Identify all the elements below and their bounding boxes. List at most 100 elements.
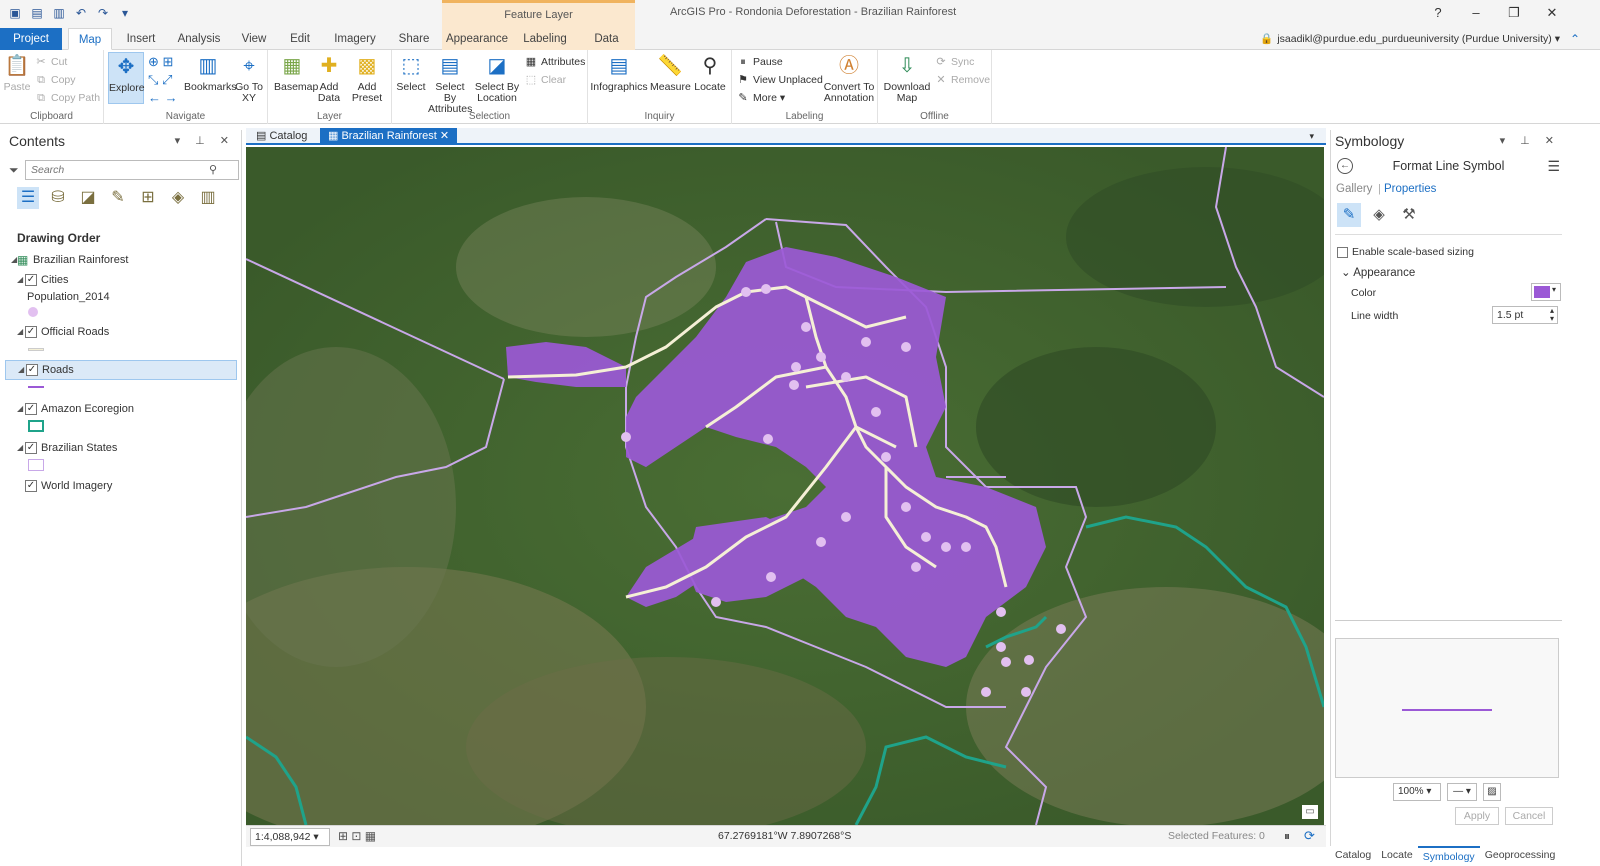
tab-map[interactable]: Map: [68, 28, 112, 50]
pause-drawing-icon[interactable]: ⏸: [1284, 829, 1290, 844]
tab-view[interactable]: View: [234, 28, 274, 50]
tab-data[interactable]: Data: [578, 28, 635, 50]
fixed-zoom-icon[interactable]: ⤡ ⤢: [148, 72, 172, 88]
apply-button[interactable]: Apply: [1455, 807, 1499, 825]
map-view[interactable]: ▭: [246, 147, 1324, 825]
tab-gallery[interactable]: Gallery: [1336, 183, 1372, 195]
download-map-button[interactable]: ⇩ Download Map: [882, 52, 932, 104]
splitter[interactable]: [1335, 620, 1562, 621]
select-by-attributes-button[interactable]: ▤ Select By Attributes: [428, 52, 472, 115]
measure-button[interactable]: 📏 Measure: [650, 52, 691, 93]
map-canvas[interactable]: [246, 147, 1324, 825]
explore-button[interactable]: ✥ Explore: [108, 52, 145, 104]
preview-background-select[interactable]: — ▾: [1447, 783, 1477, 801]
tab-appearance[interactable]: Appearance: [442, 28, 512, 50]
data-source-icon[interactable]: ⛁: [47, 187, 69, 209]
open-project-icon[interactable]: ▤: [30, 6, 44, 20]
notification-icon[interactable]: ⌃: [1570, 32, 1580, 46]
map-tips-icon[interactable]: ▭: [1302, 805, 1318, 819]
help-button[interactable]: ?: [1420, 2, 1456, 24]
drawing-order-icon[interactable]: ☰: [17, 187, 39, 209]
restore-button[interactable]: ❐: [1496, 2, 1532, 24]
user-account[interactable]: 🔒 jsaadikl@purdue.edu_purdueuniversity (P…: [1260, 32, 1560, 45]
collapse-icon[interactable]: ◢: [17, 271, 23, 289]
infographics-button[interactable]: ▤ Infographics: [590, 52, 648, 93]
tab-symbology-pane[interactable]: Symbology: [1417, 846, 1480, 866]
locate-button[interactable]: ⚲ Locate: [692, 52, 728, 93]
collapse-icon[interactable]: ◢: [17, 439, 23, 457]
minimize-button[interactable]: –: [1458, 2, 1494, 24]
preview-background-icon[interactable]: ▨: [1483, 783, 1501, 801]
scale-sizing-checkbox[interactable]: [1337, 246, 1348, 258]
collapse-icon[interactable]: ◢: [17, 323, 23, 341]
goto-xy-button[interactable]: ⌖ Go To XY: [234, 52, 264, 104]
states-symbol[interactable]: [28, 459, 44, 471]
editing-icon[interactable]: ✎: [107, 187, 129, 209]
tab-edit[interactable]: Edit: [282, 28, 318, 50]
collapse-icon[interactable]: ◢: [17, 400, 23, 418]
scale-selector[interactable]: 1:4,088,942 ▾: [250, 828, 330, 846]
convert-annotation-button[interactable]: Ⓐ Convert To Annotation: [822, 52, 876, 104]
tab-catalog-view[interactable]: ▤ Catalog: [248, 128, 315, 145]
layer-official-roads[interactable]: ◢ ✓ Official Roads: [5, 323, 237, 341]
close-tab-icon[interactable]: ✕: [437, 130, 449, 142]
cancel-button[interactable]: Cancel: [1505, 807, 1553, 825]
add-data-button[interactable]: ✚ Add Data: [314, 52, 344, 104]
sync-button[interactable]: ⟳ Sync: [934, 54, 974, 70]
tab-locate-pane[interactable]: Locate: [1376, 846, 1418, 866]
layer-roads[interactable]: ◢ ✓ Roads: [5, 360, 237, 380]
previous-next-extent-icon[interactable]: ← →: [148, 90, 178, 106]
official-roads-symbol[interactable]: [28, 348, 44, 351]
contents-pane-controls[interactable]: ▾ ⊥ ✕: [175, 134, 235, 147]
basemap-button[interactable]: ▦ Basemap: [274, 52, 318, 93]
copy-button[interactable]: ⧉ Copy: [34, 72, 75, 88]
cities-symbol[interactable]: [28, 307, 38, 317]
tab-geoprocessing-pane[interactable]: Geoprocessing: [1480, 846, 1561, 866]
grid-icons[interactable]: ⊞ ⊡ ▦: [338, 829, 376, 843]
symbology-pane-controls[interactable]: ▾ ⊥ ✕: [1500, 134, 1560, 147]
visibility-checkbox[interactable]: ✓: [25, 274, 37, 286]
labeling-icon[interactable]: ◈: [167, 187, 189, 209]
paste-button[interactable]: 📋 Paste: [2, 52, 32, 93]
tab-share[interactable]: Share: [392, 28, 436, 50]
select-button[interactable]: ⬚ Select: [396, 52, 426, 93]
view-dropdown-icon[interactable]: ▾: [1301, 128, 1322, 145]
tab-properties[interactable]: Properties: [1384, 183, 1436, 195]
map-node[interactable]: ◢ ▦ Brazilian Rainforest: [5, 251, 237, 269]
undo-icon[interactable]: ↶: [74, 6, 88, 20]
filter-icon[interactable]: ⏷: [9, 163, 19, 178]
roads-symbol[interactable]: [28, 386, 44, 388]
scale-sizing-option[interactable]: Enable scale-based sizing: [1337, 246, 1474, 258]
pause-button[interactable]: ⏸ Pause: [736, 54, 783, 70]
brush-icon[interactable]: ✎: [1337, 203, 1361, 227]
search-icon[interactable]: ⚲: [209, 163, 217, 176]
selection-icon[interactable]: ◪: [77, 187, 99, 209]
layer-world-imagery[interactable]: ✓ World Imagery: [5, 477, 237, 495]
layer-brazilian-states[interactable]: ◢ ✓ Brazilian States: [5, 439, 237, 457]
contents-search-input[interactable]: [25, 160, 239, 180]
layer-cities[interactable]: ◢ ✓ Cities: [5, 271, 237, 289]
ecoregion-symbol[interactable]: [28, 420, 44, 432]
select-by-location-button[interactable]: ◪ Select By Location: [474, 52, 520, 104]
preview-zoom-select[interactable]: 100% ▾: [1393, 783, 1441, 801]
appearance-section[interactable]: ⌄ Appearance: [1341, 265, 1415, 279]
copy-path-button[interactable]: ⧉ Copy Path: [34, 90, 100, 106]
more-button[interactable]: ✎ More ▾: [736, 90, 785, 106]
visibility-checkbox[interactable]: ✓: [25, 442, 37, 454]
visibility-checkbox[interactable]: ✓: [25, 403, 37, 415]
snapping-icon[interactable]: ⊞: [137, 187, 159, 209]
layer-amazon-ecoregion[interactable]: ◢ ✓ Amazon Ecoregion: [5, 400, 237, 418]
charts-icon[interactable]: ▥: [197, 187, 219, 209]
menu-icon[interactable]: ☰: [1547, 158, 1560, 175]
bookmarks-button[interactable]: ▥ Bookmarks: [184, 52, 237, 93]
remove-button[interactable]: ✕ Remove: [934, 72, 990, 88]
tab-map-view[interactable]: ▦ Brazilian Rainforest ✕: [320, 128, 458, 145]
refresh-icon[interactable]: ⟳: [1304, 828, 1315, 844]
visibility-checkbox[interactable]: ✓: [25, 326, 37, 338]
customize-qat-icon[interactable]: ▾: [118, 6, 132, 20]
tab-labeling[interactable]: Labeling: [512, 28, 578, 50]
line-width-input[interactable]: 1.5 pt ▴ ▾: [1492, 306, 1558, 324]
close-button[interactable]: ✕: [1534, 2, 1570, 24]
cut-button[interactable]: ✂ Cut: [34, 54, 67, 70]
tab-imagery[interactable]: Imagery: [326, 28, 384, 50]
